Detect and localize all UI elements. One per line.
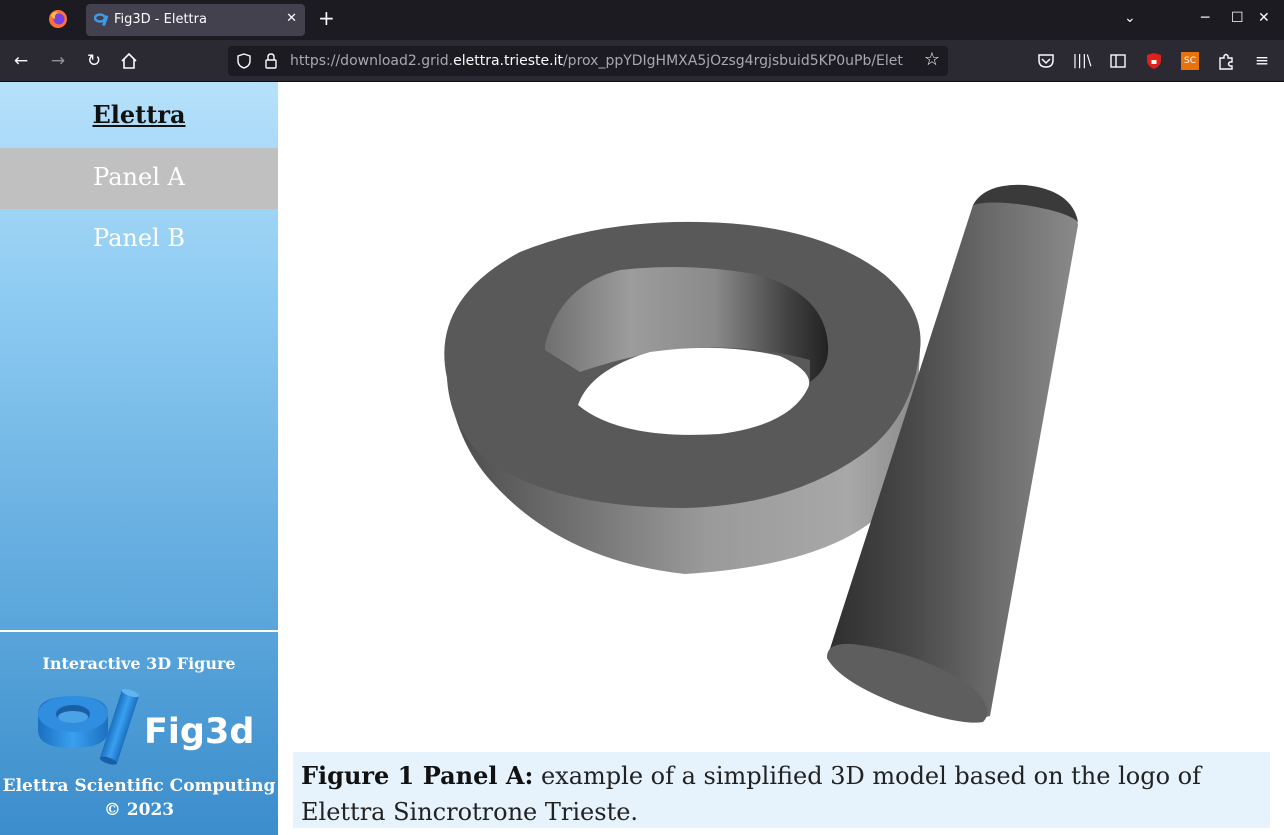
- fig3d-logo-icon: [38, 689, 139, 765]
- maximize-icon[interactable]: ☐: [1231, 10, 1244, 26]
- browser-tab[interactable]: Fig3D - Elettra ✕: [86, 4, 305, 36]
- forward-icon[interactable]: →: [48, 51, 68, 71]
- browser-tab-bar: Fig3D - Elettra ✕ + ⌄ ─ ☐ ✕: [0, 0, 1284, 40]
- bookmark-star-icon[interactable]: ☆: [924, 49, 940, 70]
- minimize-icon[interactable]: ─: [1201, 10, 1209, 26]
- list-all-tabs-icon[interactable]: ⌄: [1124, 10, 1136, 26]
- logo-text: Fig3d: [144, 712, 255, 752]
- extensions-puzzle-icon[interactable]: [1216, 51, 1236, 71]
- lock-icon[interactable]: [264, 52, 278, 70]
- shield-icon[interactable]: [236, 53, 252, 69]
- sc-extension-icon[interactable]: SC: [1181, 52, 1199, 70]
- new-tab-button[interactable]: +: [318, 8, 335, 28]
- ublock-shield-icon[interactable]: [1144, 51, 1164, 71]
- figure-caption: Figure 1 Panel A: example of a simplifie…: [293, 752, 1270, 828]
- back-icon[interactable]: ←: [11, 51, 31, 71]
- footer-title: Interactive 3D Figure: [42, 654, 236, 673]
- ring-model[interactable]: [444, 221, 921, 574]
- interactive-3d-model-canvas[interactable]: [278, 82, 1284, 747]
- sidebar-item-panel-b[interactable]: Panel B: [0, 209, 278, 270]
- url-bar[interactable]: https://download2.grid.elettra.trieste.i…: [228, 46, 948, 76]
- sidebar-toggle-icon[interactable]: [1108, 51, 1128, 71]
- library-icon[interactable]: |||\: [1072, 51, 1092, 71]
- footer-org: Elettra Scientific Computing: [2, 776, 276, 796]
- site-title-link[interactable]: Elettra: [0, 82, 278, 148]
- sidebar: Elettra Panel A Panel B Interactive 3D F…: [0, 82, 278, 835]
- sidebar-item-panel-a[interactable]: Panel A: [0, 148, 278, 209]
- caption-label: Figure 1 Panel A:: [301, 761, 534, 790]
- footer-copyright: © 2023: [103, 800, 175, 820]
- tab-close-icon[interactable]: ✕: [286, 11, 297, 26]
- reload-icon[interactable]: ↻: [84, 51, 104, 71]
- browser-nav-bar: ← → ↻ https://download2.grid.elettra.tri…: [0, 40, 1284, 82]
- tab-title: Fig3D - Elettra: [114, 12, 207, 27]
- menu-hamburger-icon[interactable]: ≡: [1252, 51, 1272, 71]
- firefox-icon[interactable]: [48, 9, 68, 29]
- home-icon[interactable]: [119, 51, 139, 71]
- pocket-icon[interactable]: [1036, 51, 1056, 71]
- sidebar-divider: [0, 630, 278, 632]
- url-text[interactable]: https://download2.grid.elettra.trieste.i…: [290, 53, 915, 69]
- window-close-icon[interactable]: ✕: [1258, 10, 1270, 26]
- fig3d-favicon-icon: [94, 13, 109, 26]
